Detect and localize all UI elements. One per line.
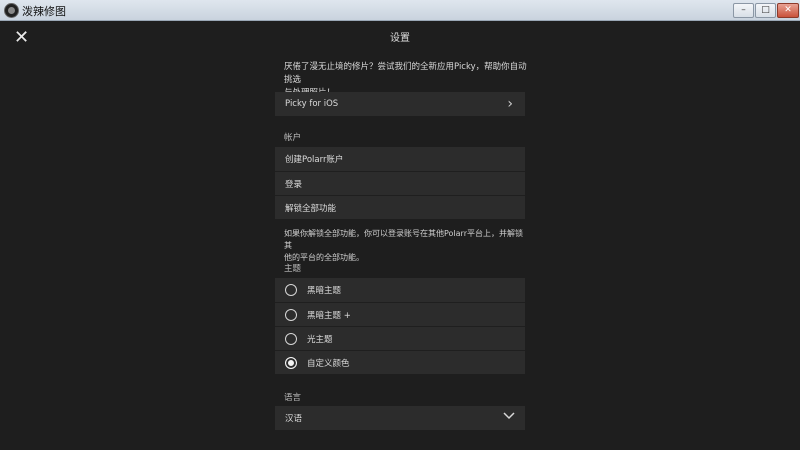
- window-close-button[interactable]: ✕: [777, 3, 799, 18]
- menu-item-label: 登录: [285, 179, 303, 190]
- theme-option-dark-plus[interactable]: 黑暗主题 +: [275, 302, 525, 326]
- settings-page: ✕ 设置 厌倦了漫无止境的修片？尝试我们的全新应用Picky，帮助你自动挑选 与…: [0, 21, 800, 450]
- create-account-item[interactable]: 创建Polarr账户: [275, 147, 525, 171]
- chevron-right-icon: ›: [507, 96, 513, 112]
- window-titlebar: 泼辣修图 – □ ✕: [0, 0, 800, 21]
- radio-unselected-icon[interactable]: [285, 308, 297, 321]
- picky-ios-link[interactable]: Picky for iOS ›: [275, 92, 525, 116]
- menu-item-label: 解锁全部功能: [285, 203, 337, 214]
- radio-unselected-icon[interactable]: [285, 284, 297, 296]
- theme-option-label: 自定义颜色: [307, 358, 350, 369]
- language-select[interactable]: 汉语: [275, 406, 525, 430]
- theme-option-custom[interactable]: 自定义颜色: [275, 350, 525, 374]
- unlock-all-item[interactable]: 解锁全部功能: [275, 195, 525, 219]
- window-title: 泼辣修图: [22, 5, 66, 18]
- theme-option-label: 光主题: [307, 334, 333, 345]
- maximize-button[interactable]: □: [755, 3, 776, 18]
- section-label-account: 帐户: [284, 133, 302, 143]
- note-line: 他的平台的全部功能。: [284, 253, 364, 262]
- radio-unselected-icon[interactable]: [285, 332, 297, 345]
- theme-option-label: 黑暗主题 +: [307, 310, 351, 321]
- menu-item-label: 创建Polarr账户: [285, 155, 344, 165]
- login-item[interactable]: 登录: [275, 171, 525, 195]
- note-line: 如果你解锁全部功能，你可以登录账号在其他Polarr平台上，并解锁其: [284, 229, 523, 250]
- picky-ios-label: Picky for iOS: [285, 99, 339, 109]
- section-label-theme: 主题: [284, 264, 302, 274]
- language-selected-value: 汉语: [285, 414, 303, 424]
- theme-option-label: 黑暗主题: [307, 286, 342, 296]
- minimize-button[interactable]: –: [733, 3, 754, 18]
- promo-text-line: 厌倦了漫无止境的修片？尝试我们的全新应用Picky，帮助你自动挑选: [284, 62, 527, 85]
- theme-option-dark[interactable]: 黑暗主题: [275, 278, 525, 302]
- account-note: 如果你解锁全部功能，你可以登录账号在其他Polarr平台上，并解锁其 他的平台的…: [284, 228, 529, 264]
- section-label-language: 语言: [284, 393, 302, 403]
- radio-selected-icon[interactable]: [285, 356, 297, 369]
- chevron-down-icon: [503, 412, 515, 420]
- theme-option-light[interactable]: 光主题: [275, 326, 525, 350]
- app-icon: [4, 3, 19, 18]
- page-title: 设置: [390, 33, 410, 44]
